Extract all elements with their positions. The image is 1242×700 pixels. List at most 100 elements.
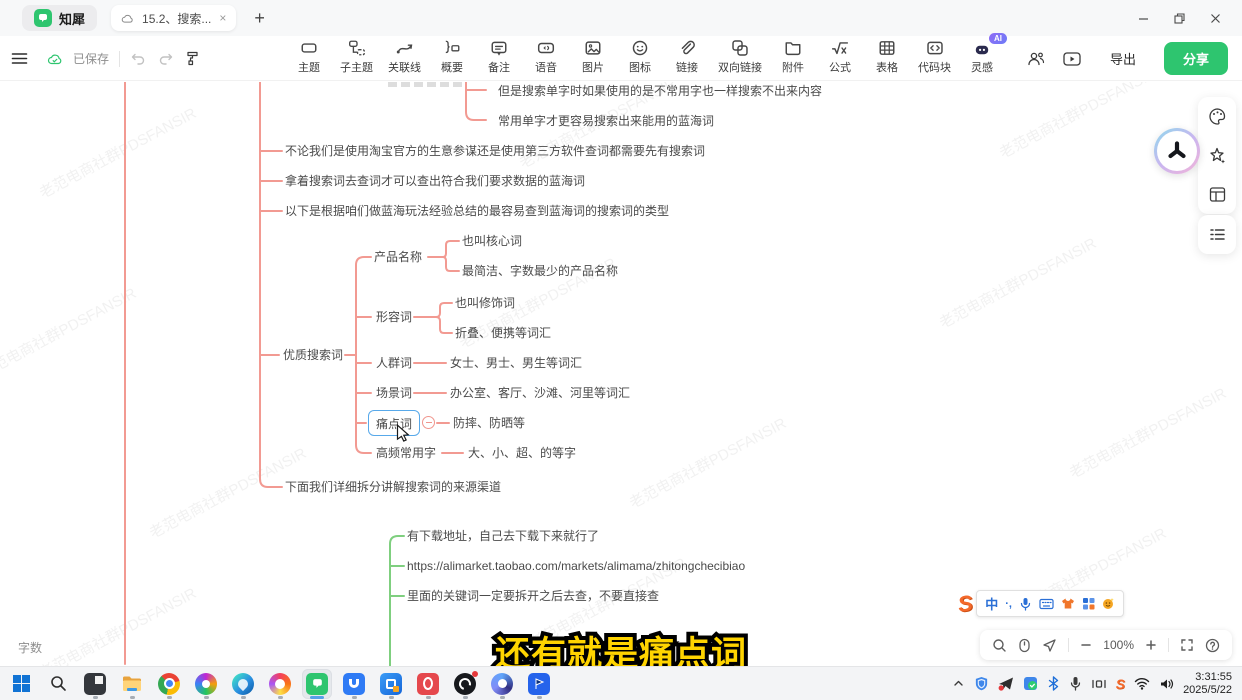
tray-telegram-icon[interactable]	[998, 676, 1014, 691]
document-tab[interactable]: 15.2、搜索... ×	[111, 5, 236, 31]
collaborate-icon[interactable]	[1026, 49, 1046, 69]
mindmap-node[interactable]: 形容词	[376, 310, 412, 324]
search-canvas-icon[interactable]	[992, 638, 1007, 653]
sogou-logo-icon[interactable]: S	[956, 590, 974, 618]
tool-relation-line[interactable]: 关联线	[388, 39, 421, 75]
tray-wifi-icon[interactable]	[1134, 677, 1150, 690]
taskbar-file-explorer[interactable]	[117, 669, 147, 699]
taskbar-app-u[interactable]	[339, 669, 369, 699]
tool-image[interactable]: 图片	[577, 39, 609, 75]
restore-button[interactable]	[1168, 7, 1190, 29]
zoom-out-icon[interactable]	[1080, 639, 1092, 651]
tool-voice[interactable]: 语音	[530, 39, 562, 75]
mindmap-node[interactable]: 大、小、超、的等字	[468, 446, 576, 460]
tool-code-block[interactable]: 代码块	[918, 39, 951, 75]
ime-skin-icon[interactable]	[1061, 597, 1075, 610]
taskbar-edge[interactable]	[228, 669, 258, 699]
mindmap-node[interactable]: 高频常用字	[376, 446, 436, 460]
taskbar-media-app[interactable]	[265, 669, 295, 699]
tool-summary[interactable]: 概要	[436, 39, 468, 75]
taskbar-search-button[interactable]	[43, 669, 73, 699]
new-tab-button[interactable]: +	[254, 8, 265, 29]
taskbar-chrome[interactable]	[154, 669, 184, 699]
undo-icon[interactable]	[130, 50, 147, 67]
taskbar-obs[interactable]	[450, 669, 480, 699]
mindmap-node[interactable]: 也叫核心词	[462, 234, 522, 248]
tool-subtopic[interactable]: 子主题	[340, 39, 373, 75]
taskbar-app-dark[interactable]	[80, 669, 110, 699]
close-window-button[interactable]	[1204, 7, 1226, 29]
ime-keyboard-icon[interactable]	[1039, 598, 1054, 610]
tray-antivirus-shield-icon[interactable]	[974, 676, 989, 691]
drag-mode-icon[interactable]	[1018, 638, 1031, 653]
ime-toolbox-icon[interactable]	[1082, 597, 1095, 610]
mindmap-node[interactable]: 办公室、客厅、沙滩、河里等词汇	[450, 386, 630, 400]
video-tutorial-icon[interactable]	[1062, 49, 1082, 69]
mindmap-node[interactable]: 但是搜索单字时如果使用的是不常用字也一样搜索不出来内容	[498, 84, 822, 98]
tool-icon-emoji[interactable]: 图标	[624, 39, 656, 75]
tool-attachment[interactable]: 附件	[777, 39, 809, 75]
layout-structure-icon[interactable]	[1208, 185, 1227, 204]
mindmap-node[interactable]: 优质搜索词	[283, 348, 343, 362]
ai-beautify-icon[interactable]	[1208, 146, 1227, 165]
share-button[interactable]: 分享	[1164, 42, 1228, 75]
ime-punctuation-icon[interactable]: ·,	[1005, 598, 1012, 610]
mindmap-node[interactable]: 不论我们是使用淘宝官方的生意参谋还是使用第三方软件查词都需要先有搜索词	[285, 144, 705, 158]
ime-emoji-icon[interactable]	[1102, 597, 1115, 610]
mindmap-node-selected[interactable]: 痛点词	[368, 410, 420, 436]
mindmap-node[interactable]: 人群词	[376, 356, 412, 370]
tool-bidirectional-link[interactable]: 双向链接	[718, 39, 762, 75]
tool-table[interactable]: 表格	[871, 39, 903, 75]
ai-assistant-button[interactable]	[1154, 128, 1200, 174]
collapse-toggle-icon[interactable]	[422, 416, 435, 429]
taskbar-app-red[interactable]	[413, 669, 443, 699]
fullscreen-icon[interactable]	[1180, 638, 1194, 652]
mindmap-node[interactable]: https://alimarket.taobao.com/markets/ali…	[407, 559, 745, 573]
tray-update-check-icon[interactable]	[1023, 676, 1038, 691]
locate-center-icon[interactable]	[1042, 638, 1057, 653]
tool-formula[interactable]: 公式	[824, 39, 856, 75]
mindmap-node[interactable]: 常用单字才更容易搜索出来能用的蓝海词	[498, 114, 714, 128]
redo-icon[interactable]	[157, 50, 174, 67]
tool-inspiration[interactable]: AI 灵感	[966, 39, 998, 75]
format-painter-icon[interactable]	[184, 50, 201, 67]
menu-hamburger-icon[interactable]	[10, 49, 29, 68]
taskbar-app-squares[interactable]	[376, 669, 406, 699]
mindmap-node[interactable]: 女士、男士、男生等词汇	[450, 356, 582, 370]
help-icon[interactable]	[1205, 638, 1220, 653]
mindmap-node[interactable]: 拿着搜索词去查词才可以查出符合我们要求数据的蓝海词	[285, 174, 585, 188]
tool-note[interactable]: 备注	[483, 39, 515, 75]
tray-audio-device-icon[interactable]	[1091, 677, 1107, 691]
taskbar-app-ring[interactable]	[487, 669, 517, 699]
tool-topic[interactable]: 主题	[293, 39, 325, 75]
mindmap-node[interactable]: 有下载地址，自己去下载下来就行了	[407, 529, 599, 543]
ime-mic-icon[interactable]	[1019, 597, 1032, 611]
zoom-in-icon[interactable]	[1145, 639, 1157, 651]
mindmap-node[interactable]: 里面的关键词一定要拆开之后去查，不要直接查	[407, 589, 659, 603]
tray-bluetooth-icon[interactable]	[1047, 676, 1060, 691]
outline-list-icon[interactable]	[1208, 225, 1227, 244]
minimize-button[interactable]	[1132, 7, 1154, 29]
zoom-level[interactable]: 100%	[1103, 638, 1134, 652]
mindmap-node[interactable]: 以下是根据咱们做蓝海玩法经验总结的最容易查到蓝海词的搜索词的类型	[285, 204, 669, 218]
tray-chevron-up-icon[interactable]	[952, 677, 965, 690]
mindmap-node[interactable]: 防摔、防晒等	[453, 416, 525, 430]
mindmap-node[interactable]: 产品名称	[374, 250, 422, 264]
app-logo-chip[interactable]: 知犀	[22, 5, 97, 31]
tray-microphone-icon[interactable]	[1069, 676, 1082, 691]
mindmap-node[interactable]: 最简洁、字数最少的产品名称	[462, 264, 618, 278]
taskbar-clock[interactable]: 3:31:55 2025/5/22	[1183, 671, 1232, 697]
tool-link[interactable]: 链接	[671, 39, 703, 75]
mindmap-node[interactable]: 也叫修饰词	[455, 296, 515, 310]
mindmap-node[interactable]: 折叠、便携等词汇	[455, 326, 551, 340]
taskbar-browser-colorful[interactable]	[191, 669, 221, 699]
tray-volume-icon[interactable]	[1159, 677, 1174, 691]
start-button[interactable]	[6, 669, 36, 699]
close-tab-icon[interactable]: ×	[219, 11, 226, 25]
theme-palette-icon[interactable]	[1208, 107, 1227, 126]
tray-sogou-icon[interactable]: S	[1116, 676, 1125, 692]
taskbar-zhixi-active[interactable]	[302, 669, 332, 699]
export-button[interactable]: 导出	[1098, 43, 1148, 74]
ime-language-mode[interactable]: 中	[985, 594, 998, 613]
mindmap-canvas[interactable]: 老范电商社群PDSFANSIR 老范电商社群PDSFANSIR 老范电商社群PD…	[0, 82, 1242, 666]
